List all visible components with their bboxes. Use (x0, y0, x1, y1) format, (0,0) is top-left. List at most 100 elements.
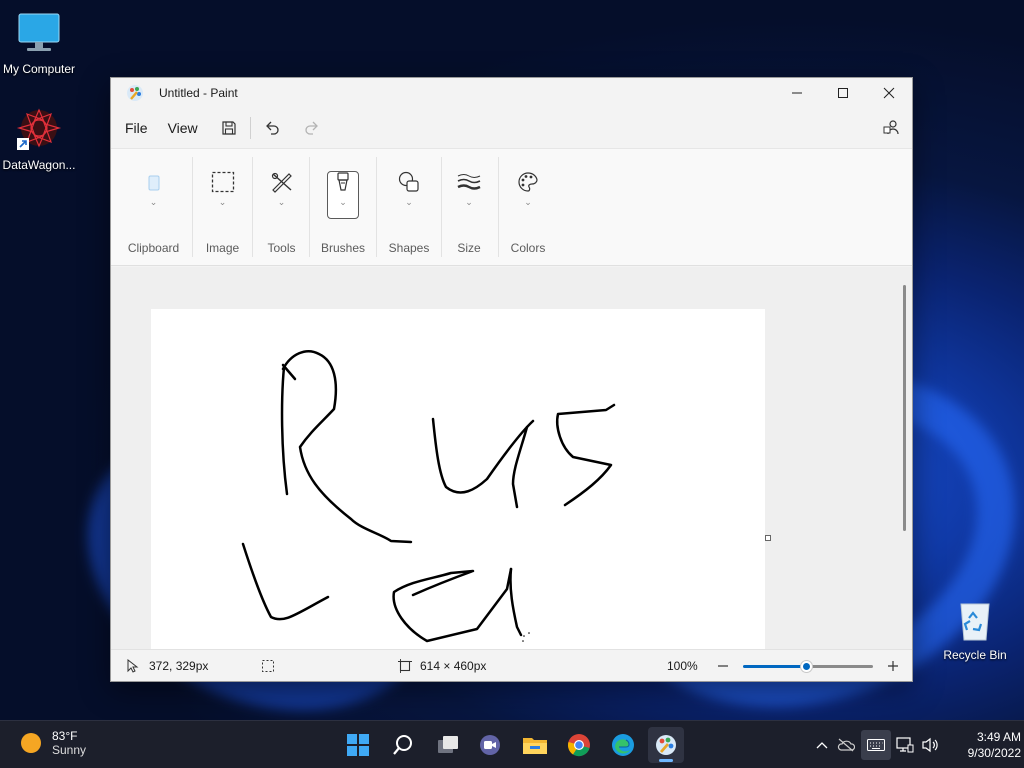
selection-icon (262, 660, 274, 672)
plus-icon (888, 661, 898, 671)
ribbon-group-size[interactable]: ⌄ Size (444, 149, 494, 267)
ribbon-label: Size (457, 241, 481, 255)
zoom-level: 100% (667, 659, 698, 673)
cursor-position: 372, 329px (127, 650, 209, 681)
save-button[interactable] (214, 113, 244, 143)
chevron-down-icon: ⌄ (218, 197, 227, 207)
ribbon-toolbar: ⌄ Clipboard ⌄ Image ⌄ Tools ⌄ Brushes ⌄ … (111, 148, 912, 266)
ribbon-label: Tools (267, 241, 296, 255)
clock-button[interactable]: 3:49 AM 9/30/2022 (943, 729, 1021, 761)
menu-view[interactable]: View (158, 114, 208, 142)
desktop-icon-my-computer[interactable]: My Computer (0, 10, 81, 76)
maximize-icon (838, 88, 848, 98)
desktop-icon-datawagon[interactable]: DataWagon... (0, 106, 81, 172)
zoom-slider-track (808, 665, 873, 668)
ribbon-group-shapes[interactable]: ⌄ Shapes (382, 149, 436, 267)
ribbon-label: Image (205, 241, 240, 255)
keyboard-icon (867, 739, 885, 751)
undo-button[interactable] (257, 113, 287, 143)
window-title: Untitled - Paint (159, 86, 238, 100)
zoom-in-button[interactable] (887, 650, 899, 681)
taskbar: 83°F Sunny 3:49 AM 9/30/2022 (0, 720, 1024, 768)
drawing-strokes (241, 350, 616, 643)
datawagon-logo-icon (15, 106, 63, 154)
vertical-scrollbar[interactable] (903, 285, 906, 531)
ribbon-separator (309, 157, 310, 257)
menu-file[interactable]: File (115, 114, 158, 142)
keyboard-input-button[interactable] (861, 730, 891, 760)
windows-logo-icon (347, 734, 369, 756)
canvas-size-icon (398, 659, 412, 673)
edge-button[interactable] (605, 727, 641, 763)
canvas-size-text: 614 × 460px (420, 659, 487, 673)
active-app-indicator (659, 759, 673, 762)
weather-temp: 83°F (52, 729, 78, 743)
teams-chat-button[interactable] (472, 727, 508, 763)
ribbon-group-image[interactable]: ⌄ Image (195, 149, 250, 267)
sun-icon (21, 733, 41, 753)
ribbon-group-colors[interactable]: ⌄ Colors (501, 149, 555, 267)
close-icon (883, 87, 895, 99)
close-button[interactable] (866, 78, 912, 108)
drawing-canvas[interactable] (151, 309, 765, 649)
undo-icon (265, 121, 279, 135)
network-icon (896, 737, 914, 753)
zoom-slider-thumb[interactable] (801, 661, 812, 672)
canvas-size: 614 × 460px (398, 650, 487, 681)
speaker-icon (922, 737, 938, 753)
ribbon-separator (376, 157, 377, 257)
search-icon (393, 735, 412, 755)
chevron-down-icon: ⌄ (405, 197, 413, 207)
redo-icon (305, 121, 318, 135)
select-rectangle-icon (211, 171, 234, 193)
desktop-icon-recycle-bin[interactable]: Recycle Bin (933, 596, 1017, 662)
search-button[interactable] (385, 727, 421, 763)
redo-button[interactable] (297, 113, 327, 143)
minus-icon (718, 665, 728, 667)
canvas-resize-handle[interactable] (765, 535, 771, 541)
clipboard-icon (148, 175, 159, 191)
account-button[interactable] (876, 113, 906, 143)
monitor-icon (15, 10, 63, 58)
paint-taskbar-button[interactable] (648, 727, 684, 763)
volume-button[interactable] (919, 737, 943, 753)
ribbon-separator (441, 157, 442, 257)
network-button[interactable] (891, 737, 919, 753)
weather-widget[interactable]: 83°F Sunny (20, 729, 86, 757)
stroke-size-icon (457, 174, 481, 190)
chevron-up-icon (816, 742, 828, 749)
task-view-icon (438, 736, 458, 753)
chevron-down-icon: ⌄ (149, 197, 158, 207)
task-view-button[interactable] (430, 727, 466, 763)
show-hidden-icons-button[interactable] (813, 740, 831, 750)
maximize-button[interactable] (820, 78, 866, 108)
cursor-position-text: 372, 329px (149, 659, 209, 673)
ribbon-label: Brushes (320, 241, 366, 255)
ribbon-label: Colors (510, 241, 546, 255)
minimize-button[interactable] (774, 78, 820, 108)
menu-separator (249, 117, 251, 139)
ribbon-label: Shapes (388, 241, 430, 255)
zoom-slider-fill (743, 665, 808, 668)
ribbon-group-tools[interactable]: ⌄ Tools (254, 149, 309, 267)
chevron-down-icon: ⌄ (524, 197, 532, 207)
recycle-bin-icon (951, 596, 999, 644)
brush-icon (337, 172, 349, 191)
canvas-workspace (111, 267, 912, 649)
menu-bar: File View (111, 108, 912, 148)
chevron-down-icon: ⌄ (465, 197, 473, 207)
file-explorer-button[interactable] (517, 727, 553, 763)
ribbon-group-clipboard[interactable]: ⌄ Clipboard (121, 149, 186, 267)
onedrive-button[interactable] (831, 738, 861, 752)
ribbon-group-brushes[interactable]: ⌄ Brushes (315, 149, 371, 267)
chevron-down-icon: ⌄ (339, 197, 347, 207)
chrome-button[interactable] (561, 727, 597, 763)
title-bar[interactable]: Untitled - Paint (111, 78, 912, 108)
paint-window[interactable]: Untitled - Paint File View ⌄ Clipboard ⌄… (110, 77, 913, 682)
chrome-icon (567, 734, 590, 757)
start-button[interactable] (340, 727, 376, 763)
zoom-out-button[interactable] (717, 650, 729, 681)
folder-icon (523, 738, 547, 754)
ribbon-separator (252, 157, 253, 257)
video-chat-icon (480, 735, 500, 755)
